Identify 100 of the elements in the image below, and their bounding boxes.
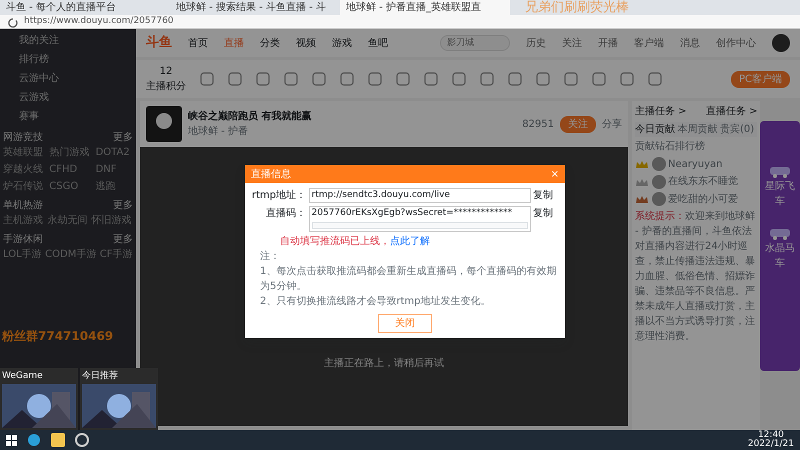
tool-icon[interactable]: [368, 72, 382, 86]
header-link[interactable]: 开播: [598, 36, 618, 50]
avatar[interactable]: [772, 34, 790, 52]
tool-icon[interactable]: [480, 72, 494, 86]
share-link[interactable]: 分享: [602, 116, 622, 132]
game-link[interactable]: CF手游: [100, 247, 133, 262]
site-logo[interactable]: 斗鱼: [146, 33, 172, 53]
tool-icon[interactable]: [508, 72, 522, 86]
app-icon[interactable]: [75, 433, 89, 447]
crown-icon: [635, 194, 649, 204]
game-link[interactable]: 主机游戏: [3, 213, 44, 228]
panel-tab[interactable]: 贵宾(0): [720, 122, 754, 136]
video-message: 主播正在路上，请稍后再试: [324, 356, 444, 371]
panel-tab[interactable]: 今日贡献: [635, 122, 675, 136]
header-link[interactable]: 关注: [562, 36, 582, 50]
more-link[interactable]: 更多: [113, 130, 133, 145]
header-link[interactable]: 创作中心: [716, 36, 756, 50]
sidebar-item[interactable]: 云游中心: [3, 69, 133, 88]
sidebar-item[interactable]: 我的关注: [3, 31, 133, 50]
tool-icon[interactable]: [424, 72, 438, 86]
user-name[interactable]: 在线东东不睡觉: [668, 174, 738, 189]
stream-key-field[interactable]: 2057760rEKsXgEgb?wsSecret=*************: [308, 206, 530, 232]
header-link[interactable]: 消息: [680, 36, 700, 50]
panel-link[interactable]: 直播任务 >: [706, 104, 758, 119]
browser-tab[interactable]: 地球鲜 - 护番直播_英雄联盟直: [340, 0, 510, 15]
search-field[interactable]: 影刀城: [440, 35, 510, 51]
game-link[interactable]: 永劫无间: [47, 213, 89, 228]
browser-tab[interactable]: 地球鲜 - 搜索结果 - 斗鱼直播 - 斗: [170, 0, 340, 15]
tool-icon[interactable]: [452, 72, 466, 86]
nav-link[interactable]: 分类: [260, 36, 280, 50]
nav-link[interactable]: 游戏: [332, 36, 352, 50]
note-text: 2、只有切换推流线路才会导致rtmp地址发生变化。: [260, 294, 492, 309]
game-link[interactable]: 穿越火线: [3, 162, 46, 177]
game-link[interactable]: 英雄联盟: [3, 145, 46, 160]
points-label: 主播积分: [146, 80, 186, 94]
tool-icon[interactable]: [256, 72, 270, 86]
reload-icon[interactable]: [5, 16, 19, 28]
browser-tab[interactable]: 斗鱼 - 每个人的直播平台: [0, 0, 170, 15]
crown-icon: [635, 176, 649, 186]
header-link[interactable]: 客户端: [634, 36, 664, 50]
follow-button[interactable]: 关注: [560, 116, 596, 132]
tool-icon[interactable]: [648, 72, 662, 86]
game-link[interactable]: CFHD: [49, 162, 93, 177]
game-link[interactable]: 热门游戏: [49, 145, 93, 160]
more-link[interactable]: 更多: [113, 198, 133, 213]
sidebar-item[interactable]: 排行榜: [3, 50, 133, 69]
game-link[interactable]: 逃跑: [96, 179, 133, 194]
gift-label: 水晶马车: [764, 242, 796, 271]
crown-icon: [635, 159, 649, 169]
user-avatar[interactable]: [652, 174, 666, 188]
more-link[interactable]: 更多: [113, 232, 133, 247]
client-button[interactable]: PC客户端: [730, 70, 790, 88]
learn-more-link[interactable]: 点此了解: [390, 236, 430, 247]
tool-icon[interactable]: [200, 72, 214, 86]
tool-icon[interactable]: [340, 72, 354, 86]
game-link[interactable]: 炉石传说: [3, 179, 46, 194]
tool-icon[interactable]: [592, 72, 606, 86]
game-link[interactable]: CSGO: [49, 179, 93, 194]
overlay-text: 兄弟们刷刷荧光棒: [525, 0, 629, 17]
game-link[interactable]: 怀旧游戏: [92, 213, 133, 228]
sidebar-item[interactable]: 赛事: [3, 107, 133, 126]
tool-icon[interactable]: [228, 72, 242, 86]
clock-time: 12:40: [758, 431, 784, 440]
windows-icon[interactable]: [6, 434, 17, 446]
browser-icon[interactable]: [27, 433, 41, 447]
game-link[interactable]: DOTA2: [96, 145, 133, 160]
user-name[interactable]: 爱吃甜的小可爱: [668, 192, 738, 206]
panel-tab[interactable]: 本周贡献: [678, 122, 718, 136]
streamer-name[interactable]: 地球鲜 - 护番: [188, 124, 312, 139]
sidebar-item[interactable]: 云游戏: [3, 88, 133, 107]
points-value: 12: [160, 65, 172, 79]
tool-icon[interactable]: [564, 72, 578, 86]
game-link[interactable]: LOL手游: [3, 247, 42, 262]
preview-title: WeGame: [2, 370, 44, 383]
tool-icon[interactable]: [536, 72, 550, 86]
tool-icon[interactable]: [284, 72, 298, 86]
tool-icon[interactable]: [620, 72, 634, 86]
tool-icon[interactable]: [396, 72, 410, 86]
scrollbar[interactable]: [312, 222, 528, 229]
copy-link[interactable]: 复制: [533, 206, 553, 220]
game-link[interactable]: CODM手游: [45, 247, 97, 262]
game-link[interactable]: DNF: [96, 162, 133, 177]
close-dialog-button[interactable]: 关闭: [378, 314, 432, 333]
user-name[interactable]: Nearyuyan: [668, 156, 723, 172]
header-link[interactable]: 历史: [526, 36, 546, 50]
nav-link[interactable]: 视频: [296, 36, 316, 50]
panel-link[interactable]: 主播任务 >: [635, 104, 687, 119]
tool-icon[interactable]: [312, 72, 326, 86]
system-notice: 系统提示：欢迎来到地球鲜 - 护番的直播间，斗鱼依法对直播内容进行24小时巡查，禁止传播违法违规、暴力血腥、低俗色情、招嫖诈骗、违禁品等不良信息。严禁未成年人直播或打赏，主播以不当方式诱导打赏，注意理性消费。: [635, 210, 756, 344]
copy-link[interactable]: 复制: [533, 188, 553, 203]
rtmp-field[interactable]: rtmp://sendtc3.douyu.com/live: [308, 188, 530, 203]
user-avatar[interactable]: [652, 157, 666, 171]
nav-link[interactable]: 鱼吧: [368, 36, 388, 50]
user-avatar[interactable]: [652, 192, 666, 206]
nav-link[interactable]: 首页: [188, 36, 208, 50]
warning-text: 自动填写推流码已上线，: [280, 236, 390, 247]
nav-link[interactable]: 直播: [224, 36, 244, 50]
url-field[interactable]: https://www.douyu.com/2057760: [24, 14, 174, 28]
close-button[interactable]: ×: [550, 166, 559, 182]
section-title: 手游休闲: [3, 232, 43, 247]
